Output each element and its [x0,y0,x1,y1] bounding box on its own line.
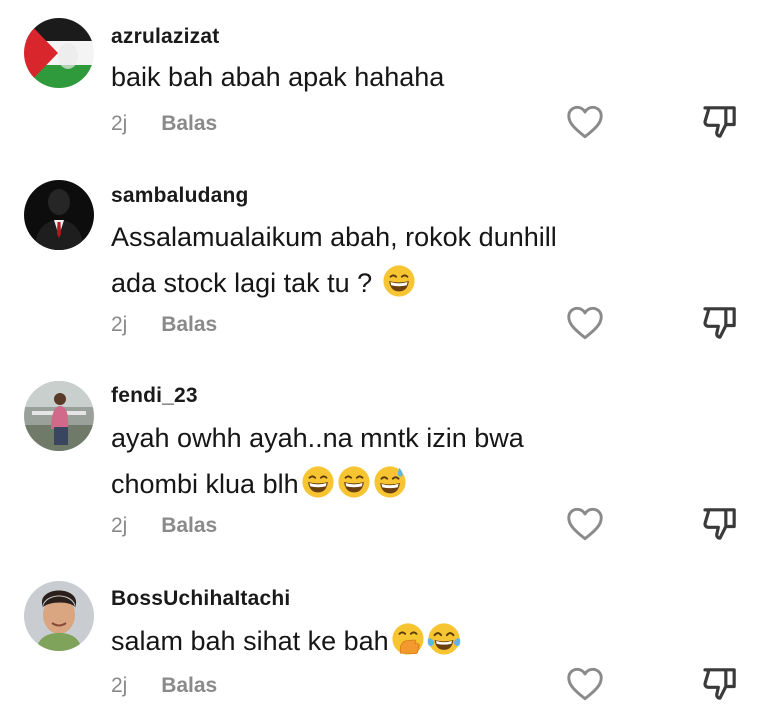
avatar[interactable] [24,381,94,451]
comment-time: 2j [111,112,128,135]
comment-text: salam bah sihat ke bah [111,618,671,664]
comment-line: chombi klua blh [111,469,299,499]
face-with-tears-of-joy-emoji-icon [427,623,460,655]
avatar[interactable] [24,180,94,250]
comment-line: ayah owhh ayah..na mntk izin bwa [111,423,524,453]
heart-outline-icon [567,667,603,701]
comment-line: salam bah sihat ke bah [111,626,389,656]
comment-time: 2j [111,674,128,697]
comment-text: Assalamualaikum abah, rokok dunhill ada … [111,214,671,306]
dislike-button[interactable] [700,664,740,704]
heart-outline-icon [567,507,603,541]
thumbs-down-outline-icon [703,668,736,700]
grinning-face-emoji-icon [383,265,415,297]
thumbs-down-outline-icon [703,508,736,540]
comment-line: Assalamualaikum abah, rokok dunhill [111,222,557,252]
comment-time: 2j [111,514,128,537]
heart-outline-icon [567,306,603,340]
comment-meta: 2j Balas [111,313,217,337]
like-button[interactable] [566,105,604,139]
dislike-button[interactable] [700,504,740,544]
comment-line-with-emoji: chombi klua blh [111,461,671,507]
comment-line-with-emoji: salam bah sihat ke bah [111,618,671,664]
grinning-face-sweat-emoji-icon [374,466,406,498]
comment-username[interactable]: fendi_23 [111,384,198,408]
like-button[interactable] [566,507,604,541]
comment-username[interactable]: BossUchihaItachi [111,587,290,611]
reply-button[interactable]: Balas [161,514,217,537]
like-button[interactable] [566,306,604,340]
thumbs-down-outline-icon [703,307,736,339]
grinning-face-emoji-icon [338,466,370,498]
comment-text: ayah owhh ayah..na mntk izin bwa chombi … [111,415,671,507]
comment-username[interactable]: sambaludang [111,184,249,208]
reply-button[interactable]: Balas [161,112,217,135]
grinning-face-emoji-icon [302,466,334,498]
avatar-image [24,381,94,451]
avatar-image [24,180,94,250]
avatar[interactable] [24,18,94,88]
like-button[interactable] [566,667,604,701]
comment-meta: 2j Balas [111,514,217,538]
comment-line: ada stock lagi tak tu ? [111,268,373,298]
avatar-image [24,581,94,651]
comment-meta: 2j Balas [111,674,217,698]
comment-time: 2j [111,313,128,336]
avatar[interactable] [24,581,94,651]
comment-line: baik bah abah apak hahaha [111,62,445,92]
comment-meta: 2j Balas [111,112,217,136]
reply-button[interactable]: Balas [161,674,217,697]
dislike-button[interactable] [700,102,740,142]
avatar-image [24,18,94,88]
dislike-button[interactable] [700,303,740,343]
face-with-hand-over-mouth-emoji-icon [392,623,424,655]
thumbs-down-outline-icon [703,106,736,138]
heart-outline-icon [567,105,603,139]
reply-button[interactable]: Balas [161,313,217,336]
comment-username[interactable]: azrulazizat [111,25,219,49]
comment-line-with-emoji: ada stock lagi tak tu ? [111,260,671,306]
comment-text: baik bah abah apak hahaha [111,54,671,100]
